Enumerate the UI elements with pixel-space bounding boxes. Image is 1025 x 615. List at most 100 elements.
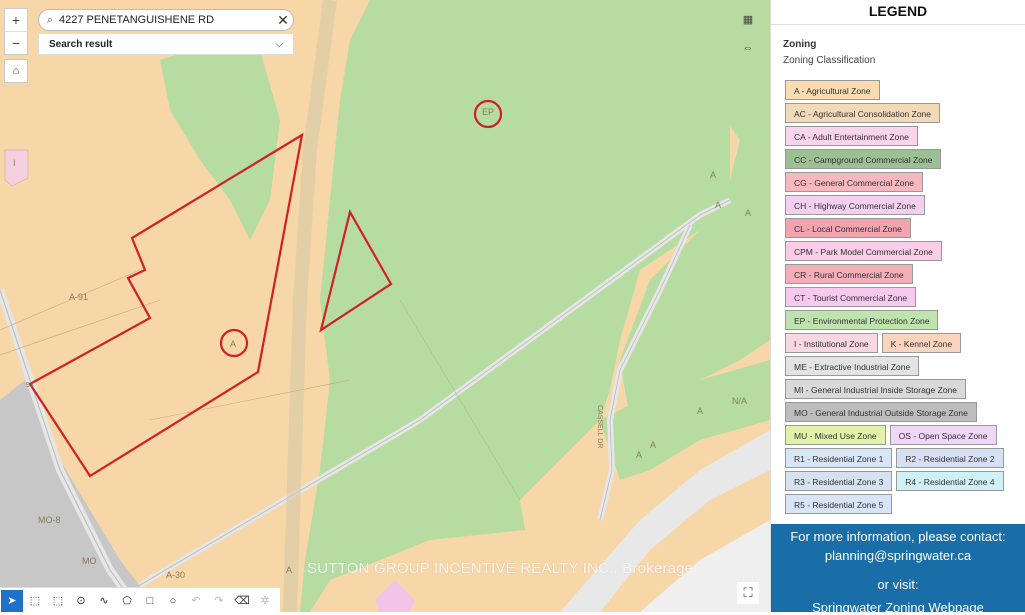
qr-code-icon: ▦ bbox=[742, 14, 754, 26]
legend-row: I - Institutional Zone K - Kennel Zone bbox=[785, 333, 1020, 353]
map-canvas[interactable] bbox=[0, 0, 770, 612]
zone-label-a: A bbox=[230, 339, 237, 349]
rectangle-icon[interactable]: □ bbox=[139, 590, 161, 612]
legend-row: R3 - Residential Zone 3 R4 - Residential … bbox=[785, 471, 1020, 491]
legend-item: CT - Tourist Commercial Zone bbox=[785, 287, 917, 307]
measure-icon: ⇔ bbox=[742, 42, 754, 54]
zone-label-a: A bbox=[745, 208, 752, 218]
legend-subheading: Zoning Classification bbox=[783, 55, 876, 66]
select-rectangle-icon[interactable]: ⬚ bbox=[24, 590, 46, 612]
legend-item: I - Institutional Zone bbox=[785, 333, 878, 353]
legend-row: ME - Extractive Industrial Zone bbox=[785, 356, 1020, 376]
expand-icon: ⛶ bbox=[743, 585, 753, 600]
legend-row: CH - Highway Commercial Zone bbox=[785, 195, 1020, 215]
legend-item: EP - Environmental Protection Zone bbox=[785, 310, 939, 330]
search-box[interactable]: ⌕ 4227 PENETANGUISHENE RD ✕ bbox=[38, 9, 294, 31]
legend-item: CA - Adult Entertainment Zone bbox=[785, 126, 918, 146]
drawing-toolbar: ➤ ⬚ ⬚ ⊙ ∿ ⬠ □ ○ ↶ ↷ ⌫ ✲ bbox=[0, 587, 280, 612]
map-view[interactable]: EP A I A-91 A A A A A A N/A MO-8 MO A-30… bbox=[0, 0, 770, 612]
legend-item: CR - Rural Commercial Zone bbox=[785, 264, 913, 284]
legend-item: MO - General Industrial Outside Storage … bbox=[785, 402, 977, 422]
legend-item: MU - Mixed Use Zone bbox=[785, 425, 886, 445]
undo-icon[interactable]: ↶ bbox=[185, 590, 207, 612]
zone-label-mo: MO bbox=[82, 556, 97, 566]
legend-item: CPM - Park Model Commercial Zone bbox=[785, 241, 942, 261]
polyline-icon[interactable]: ∿ bbox=[93, 590, 115, 612]
zone-label-a91: A-91 bbox=[69, 292, 89, 302]
legend-item: CL - Local Commercial Zone bbox=[785, 218, 911, 238]
legend-item: K - Kennel Zone bbox=[881, 333, 962, 353]
measure-button[interactable]: ⇔ bbox=[737, 37, 759, 59]
zoom-in-button[interactable]: + bbox=[5, 9, 27, 31]
eraser-icon[interactable]: ⌫ bbox=[231, 590, 253, 612]
legend-row: MO - General Industrial Outside Storage … bbox=[785, 402, 1020, 422]
street-label: CASSELL DR bbox=[596, 405, 603, 449]
contact-email[interactable]: planning@springwater.ca bbox=[771, 548, 1025, 563]
legend-item: CG - General Commercial Zone bbox=[785, 172, 923, 192]
contact-info-panel: For more information, please contact: pl… bbox=[771, 524, 1025, 615]
clear-search-button[interactable]: ✕ bbox=[273, 12, 293, 29]
zone-label-a: A bbox=[636, 450, 643, 460]
legend-row: CG - General Commercial Zone bbox=[785, 172, 1020, 192]
circle-icon[interactable]: ○ bbox=[162, 590, 184, 612]
legend-row: CT - Tourist Commercial Zone bbox=[785, 287, 1020, 307]
legend-item: ME - Extractive Industrial Zone bbox=[785, 356, 920, 376]
legend-item: MI - General Industrial Inside Storage Z… bbox=[785, 379, 966, 399]
legend-row: CC - Campground Commercial Zone bbox=[785, 149, 1020, 169]
zone-label-a: A bbox=[715, 200, 722, 210]
legend-item: CC - Campground Commercial Zone bbox=[785, 149, 942, 169]
chevron-down-icon: ⌵ bbox=[275, 38, 283, 50]
point-icon[interactable]: ⊙ bbox=[70, 590, 92, 612]
legend-item: R5 - Residential Zone 5 bbox=[785, 494, 893, 514]
legend-heading: Zoning bbox=[783, 39, 817, 50]
legend-item: A - Agricultural Zone bbox=[785, 80, 880, 100]
legend-row: CA - Adult Entertainment Zone bbox=[785, 126, 1020, 146]
visit-text: or visit: bbox=[877, 577, 919, 592]
zoom-control: + − bbox=[4, 8, 28, 55]
zone-label-mo8: MO-8 bbox=[38, 515, 61, 525]
qr-code-button[interactable]: ▦ bbox=[737, 9, 759, 31]
zoom-out-button[interactable]: − bbox=[5, 31, 27, 54]
zone-label-i: I bbox=[13, 158, 16, 168]
select-lasso-icon[interactable]: ⬚ bbox=[47, 590, 69, 612]
zone-label-a: A bbox=[710, 170, 717, 180]
zone-label-ep: EP bbox=[482, 107, 495, 117]
legend-item: OS - Open Space Zone bbox=[889, 425, 997, 445]
legend-row: AC - Agricultural Consolidation Zone bbox=[785, 103, 1020, 123]
search-result-dropdown[interactable]: Search result ⌵ bbox=[38, 33, 294, 55]
zone-label-a: A bbox=[697, 406, 704, 416]
clear-icon[interactable]: ✲ bbox=[254, 590, 276, 612]
zone-label-a: A bbox=[286, 565, 293, 575]
legend-row: R5 - Residential Zone 5 bbox=[785, 494, 1020, 514]
home-icon: ⌂ bbox=[12, 65, 20, 77]
legend-row: CL - Local Commercial Zone bbox=[785, 218, 1020, 238]
pointer-icon[interactable]: ➤ bbox=[1, 589, 23, 612]
legend-item: CH - Highway Commercial Zone bbox=[785, 195, 925, 215]
legend-panel: LEGEND Zoning Zoning Classification A - … bbox=[770, 0, 1025, 612]
search-input[interactable]: 4227 PENETANGUISHENE RD bbox=[59, 14, 273, 26]
legend-row: R1 - Residential Zone 1 R2 - Residential … bbox=[785, 448, 1020, 468]
home-button[interactable]: ⌂ bbox=[4, 59, 28, 83]
zone-label-na: N/A bbox=[732, 396, 748, 406]
polygon-icon[interactable]: ⬠ bbox=[116, 590, 138, 612]
legend-row: MU - Mixed Use Zone OS - Open Space Zone bbox=[785, 425, 1020, 445]
highway-label: 93 bbox=[26, 382, 34, 389]
contact-text: For more information, please contact: bbox=[790, 529, 1006, 544]
zoning-webpage-link[interactable]: Springwater Zoning Webpage bbox=[771, 600, 1025, 615]
legend-row: CPM - Park Model Commercial Zone bbox=[785, 241, 1020, 261]
redo-icon[interactable]: ↷ bbox=[208, 590, 230, 612]
legend-item: AC - Agricultural Consolidation Zone bbox=[785, 103, 941, 123]
zone-label-a: A bbox=[650, 440, 657, 450]
search-result-label: Search result bbox=[49, 38, 113, 50]
legend-item: R4 - Residential Zone 4 bbox=[896, 471, 1004, 491]
legend-title: LEGEND bbox=[771, 0, 1025, 25]
search-icon: ⌕ bbox=[46, 13, 54, 26]
legend-item: R1 - Residential Zone 1 bbox=[785, 448, 893, 468]
fullscreen-button[interactable]: ⛶ bbox=[737, 582, 759, 604]
legend-row: CR - Rural Commercial Zone bbox=[785, 264, 1020, 284]
zone-label-a30: A-30 bbox=[166, 570, 186, 580]
legend-items: A - Agricultural Zone AC - Agricultural C… bbox=[785, 80, 1020, 517]
legend-item: R3 - Residential Zone 3 bbox=[785, 471, 893, 491]
legend-row: EP - Environmental Protection Zone bbox=[785, 310, 1020, 330]
watermark: SUTTON GROUP INCENTIVE REALTY INC., Brok… bbox=[307, 560, 694, 577]
